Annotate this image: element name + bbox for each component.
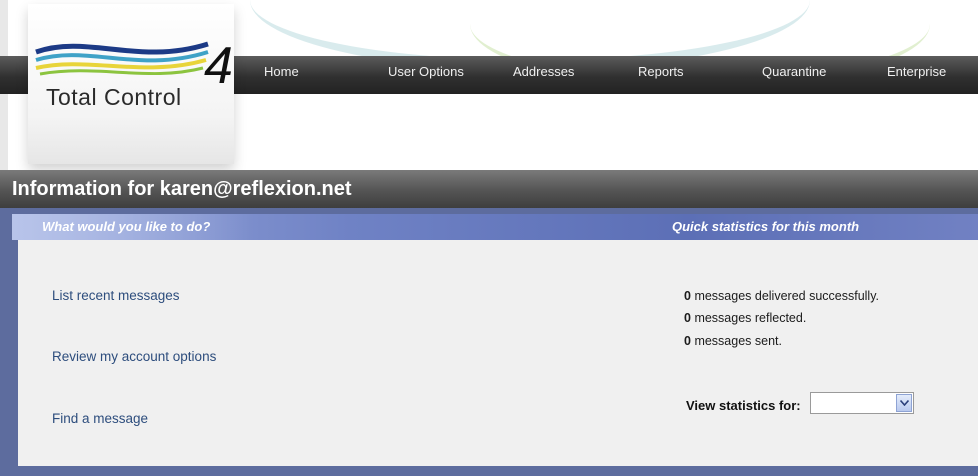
logo-number: 4: [204, 37, 233, 95]
stat-label: messages delivered successfully.: [694, 289, 880, 303]
stat-count: 0: [684, 311, 691, 325]
header-swoosh: [470, 0, 930, 56]
stat-label: messages reflected.: [694, 311, 807, 325]
review-account-options-link[interactable]: Review my account options: [52, 349, 216, 364]
nav-quarantine[interactable]: Quarantine: [762, 64, 826, 80]
stat-count: 0: [684, 334, 691, 348]
stat-delivered: 0 messages delivered successfully.: [684, 289, 879, 303]
list-recent-messages-link[interactable]: List recent messages: [52, 288, 180, 303]
actions-header: What would you like to do?: [42, 219, 211, 234]
chevron-down-icon[interactable]: [896, 394, 912, 412]
nav-addresses[interactable]: Addresses: [513, 64, 574, 80]
statistics-period-select[interactable]: [810, 392, 914, 414]
view-statistics-label: View statistics for:: [686, 398, 801, 413]
stats-header: Quick statistics for this month: [672, 219, 860, 234]
page-title: Information for karen@reflexion.net: [12, 178, 352, 200]
logo[interactable]: Total Control 4: [28, 4, 234, 164]
nav-home[interactable]: Home: [264, 64, 299, 80]
nav-reports[interactable]: Reports: [638, 64, 684, 80]
nav-enterprise[interactable]: Enterprise: [887, 64, 946, 80]
find-message-link[interactable]: Find a message: [52, 411, 148, 426]
nav-user-options[interactable]: User Options: [388, 64, 464, 80]
stat-sent: 0 messages sent.: [684, 334, 782, 348]
logo-text: Total Control: [46, 84, 182, 110]
stat-reflected: 0 messages reflected.: [684, 311, 806, 325]
stat-label: messages sent.: [694, 334, 782, 348]
stat-count: 0: [684, 289, 691, 303]
